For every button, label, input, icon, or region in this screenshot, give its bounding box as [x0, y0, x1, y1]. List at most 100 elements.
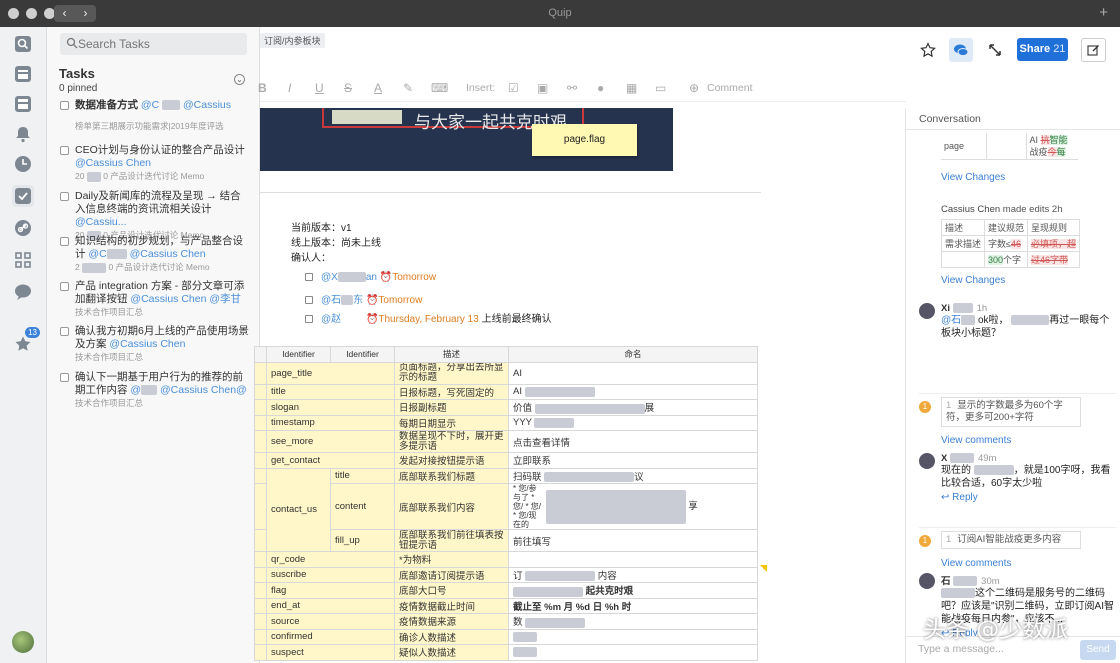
send-button[interactable]: Send: [1080, 640, 1116, 660]
description-cell[interactable]: 发起对接按钮提示语: [394, 452, 509, 469]
mention[interactable]: @赵: [321, 314, 341, 325]
table-row[interactable]: end_at 疫情数据截止时间 截止至 %m 月 %d 日 %h 时: [254, 597, 758, 614]
live-app-icon[interactable]: ●: [597, 81, 604, 95]
share-button[interactable]: Share 21: [1017, 38, 1068, 61]
table-row[interactable]: page_title 页面标题，分享出去所显示的标题 AI: [254, 361, 758, 385]
name-cell[interactable]: AI: [508, 361, 758, 385]
sub-identifier-cell[interactable]: content: [330, 483, 395, 530]
user-avatar[interactable]: [12, 631, 34, 653]
description-cell[interactable]: 日报副标题: [394, 399, 509, 416]
link-icon[interactable]: [12, 217, 34, 239]
italic-icon[interactable]: I: [288, 81, 291, 95]
strikethrough-icon[interactable]: S: [344, 81, 352, 95]
identifier-cell[interactable]: suscribe: [266, 566, 395, 583]
description-cell[interactable]: 数据呈现不下时，展开更多提示语: [394, 430, 509, 453]
underline-icon[interactable]: U: [315, 81, 324, 95]
table-row[interactable]: suspect 疑似人数描述: [254, 644, 758, 661]
table-row[interactable]: see_more 数据呈现不下时，展开更多提示语 点击查看详情: [254, 430, 758, 453]
checklist-item[interactable]: @石 东 ⏰Tomorrow: [305, 291, 422, 306]
identifier-cell[interactable]: source: [266, 613, 395, 630]
task-mention[interactable]: @: [130, 384, 141, 396]
mention[interactable]: @石: [941, 315, 961, 326]
new-tab-icon[interactable]: +: [1099, 4, 1108, 21]
table-row[interactable]: contact_us title 底部联系我们标题 扫码联 议: [254, 467, 758, 552]
table-row[interactable]: timestamp 每期日期显示 YYY: [254, 414, 758, 431]
task-mention[interactable]: @李甘: [209, 293, 241, 305]
checklist-icon[interactable]: ☑: [508, 81, 519, 95]
comment-author[interactable]: 石: [941, 576, 951, 587]
due-date[interactable]: Thursday, February 13: [378, 314, 478, 325]
conversation-toggle-icon[interactable]: [949, 38, 973, 62]
task-checkbox[interactable]: [60, 327, 69, 336]
description-cell[interactable]: 底部大口号: [394, 582, 509, 599]
name-cell[interactable]: YYY: [508, 414, 758, 431]
description-cell[interactable]: 底部邀请订阅提示语: [394, 566, 509, 583]
code-icon[interactable]: ⌨: [431, 81, 448, 95]
table-row[interactable]: source 疫情数据来源 数: [254, 613, 758, 630]
task-mention[interactable]: @Cassius Chen: [109, 338, 185, 350]
identifier-cell[interactable]: slogan: [266, 399, 395, 416]
name-cell[interactable]: 价值 展: [508, 399, 758, 416]
image-icon[interactable]: ▣: [537, 81, 548, 95]
history-clock-icon[interactable]: [12, 153, 34, 175]
search-tasks-input[interactable]: [78, 36, 238, 52]
due-date[interactable]: Tomorrow: [378, 295, 422, 306]
sub-identifier-cell[interactable]: title: [330, 467, 395, 484]
message-input[interactable]: Type a message...: [918, 643, 1004, 655]
chevron-down-icon[interactable]: ⌄: [234, 74, 245, 85]
identifier-cell[interactable]: flag: [266, 582, 395, 599]
favorite-star-icon[interactable]: [916, 38, 940, 62]
mention[interactable]: @X: [321, 272, 338, 283]
task-checkbox[interactable]: [60, 237, 69, 246]
task-item[interactable]: CEO计划与身份认证的整合产品设计 @Cassius Chen 20 0 产品设…: [60, 144, 250, 182]
sub-identifier-cell[interactable]: fill_up: [330, 529, 395, 552]
avatar[interactable]: [919, 303, 935, 319]
quoted-comment[interactable]: 1 1 订阅AI智能战疫更多内容 View comments: [919, 527, 1116, 572]
name-cell[interactable]: [508, 644, 758, 661]
description-cell[interactable]: 底部联系我们前往填表按钮提示语: [394, 529, 509, 552]
compose-edit-icon[interactable]: [1081, 38, 1106, 62]
quoted-comment[interactable]: 1 1 显示的字数最多为60个字符，更多可200+字符 View comments: [919, 393, 1116, 448]
view-changes-link[interactable]: View Changes: [941, 172, 1005, 183]
identifier-cell[interactable]: contact_us: [266, 467, 331, 552]
task-item[interactable]: 产品 integration 方案 - 部分文章可添加翻译按钮 @Cassius…: [60, 280, 250, 318]
name-cell[interactable]: 点击查看详情: [508, 430, 758, 453]
task-mention[interactable]: @Cassiu...: [75, 216, 127, 228]
description-cell[interactable]: *为物料: [394, 551, 509, 568]
task-mention[interactable]: @Cassius Chen: [130, 248, 206, 260]
inbox-icon[interactable]: [12, 93, 34, 115]
description-cell[interactable]: 底部联系我们标题: [394, 467, 509, 484]
avatar[interactable]: [919, 453, 935, 469]
due-date[interactable]: Tomorrow: [392, 272, 436, 283]
name-cell[interactable]: [508, 551, 758, 568]
view-changes-link[interactable]: View Changes: [941, 275, 1005, 286]
identifier-cell[interactable]: title: [266, 383, 395, 400]
checkbox[interactable]: [305, 315, 313, 324]
avatar[interactable]: [919, 573, 935, 589]
starred-icon[interactable]: 13: [12, 327, 40, 355]
description-cell[interactable]: 疑似人数描述: [394, 644, 509, 661]
name-cell[interactable]: 扫码联 议: [508, 467, 758, 484]
task-mention[interactable]: @C: [141, 99, 159, 111]
identifier-cell[interactable]: suspect: [266, 644, 395, 661]
description-cell[interactable]: 日报标题，写死固定的: [394, 383, 509, 400]
spreadsheet-icon[interactable]: ▦: [626, 81, 637, 95]
identifier-cell[interactable]: confirmed: [266, 628, 395, 645]
task-mention[interactable]: @C: [88, 248, 106, 260]
comment-author[interactable]: Xi: [941, 303, 950, 314]
author-name[interactable]: Cassius Chen: [941, 204, 1000, 215]
chat-bubble-icon[interactable]: [12, 281, 34, 303]
view-comments-link[interactable]: View comments: [941, 435, 1011, 446]
highlight-icon[interactable]: ✎: [403, 81, 413, 95]
table-row[interactable]: qr_code *为物料: [254, 551, 758, 568]
task-mention[interactable]: @Cassius Chen: [130, 293, 206, 305]
comment-label[interactable]: Comment: [707, 82, 753, 94]
name-cell[interactable]: 截止至 %m 月 %d 日 %h 时: [508, 597, 758, 614]
identifier-cell[interactable]: end_at: [266, 597, 395, 614]
task-item[interactable]: 确认下一期基于用户行为的推荐的前期工作内容 @ @Cassius Chen@ 技…: [60, 371, 250, 409]
description-cell[interactable]: 每期日期显示: [394, 414, 509, 431]
sticky-note[interactable]: page.flag: [532, 124, 637, 156]
embed-icon[interactable]: ▭: [655, 81, 666, 95]
identifier-cell[interactable]: get_contact: [266, 452, 395, 469]
notifications-bell-icon[interactable]: [12, 123, 34, 145]
